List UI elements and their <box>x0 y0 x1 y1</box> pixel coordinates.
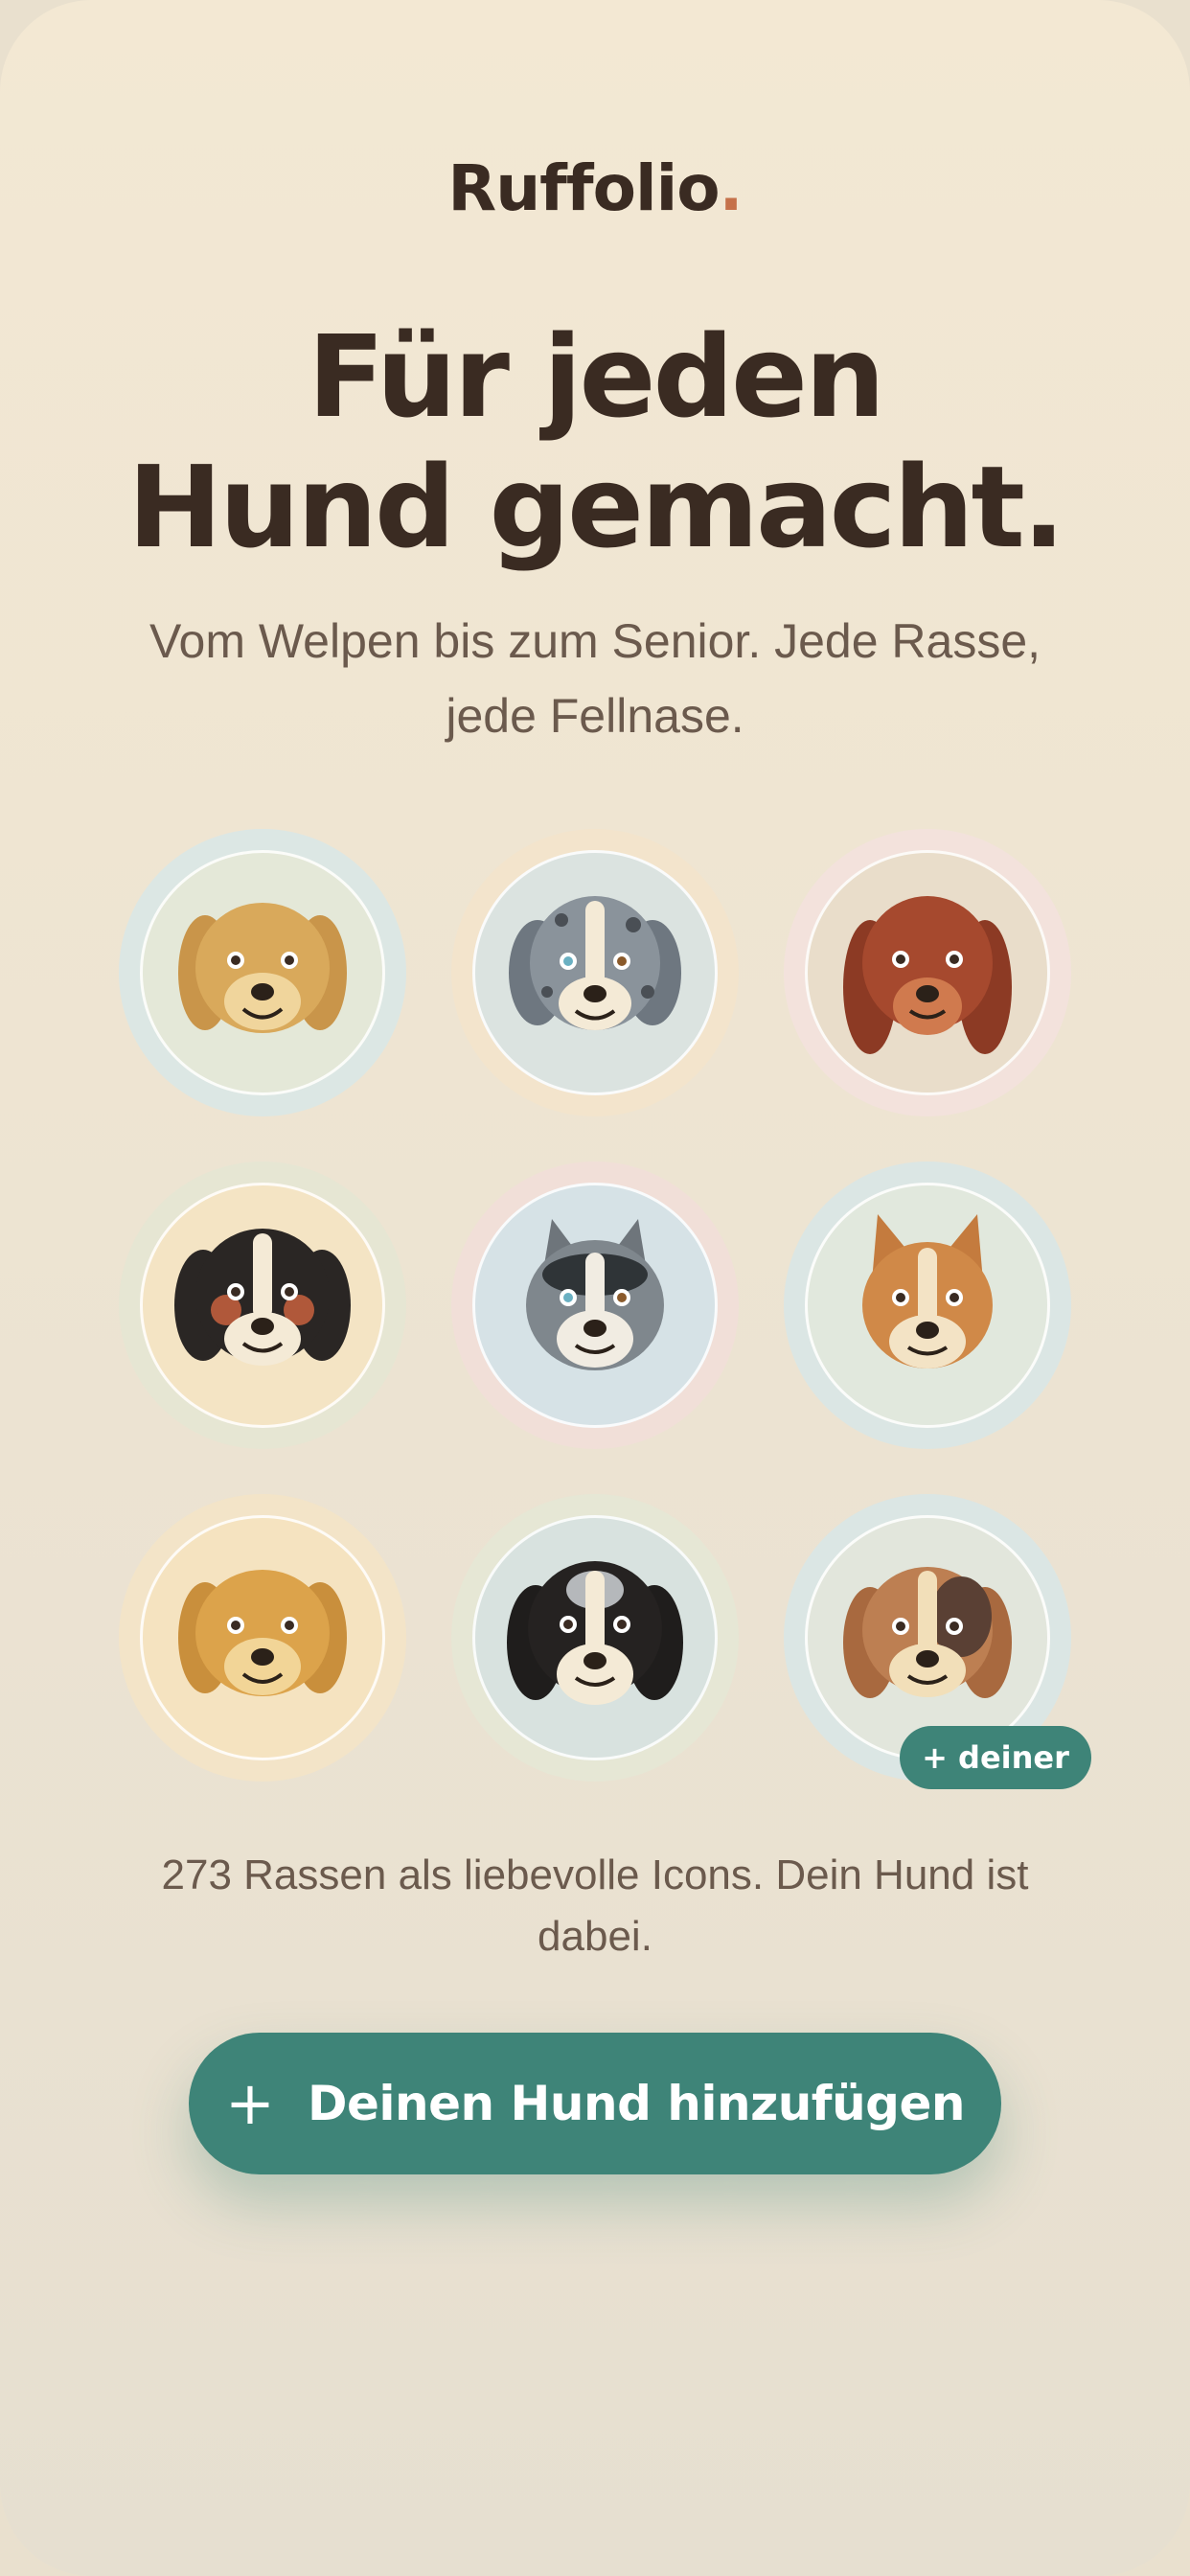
add-dog-button-label: Deinen Hund hinzufügen <box>307 2076 965 2131</box>
merle-dog-icon <box>509 896 681 1030</box>
page-title: Für jeden Hund gemacht. <box>0 311 1190 572</box>
dog-avatar-border-collie[interactable] <box>451 1494 739 1782</box>
brand-name: Ruffolio <box>447 151 720 225</box>
bernese-dog-icon <box>174 1229 351 1366</box>
dog-avatar-grid <box>0 829 1190 1787</box>
dog-avatar-corgi[interactable] <box>784 1162 1071 1449</box>
dog-avatar-golden[interactable] <box>119 829 406 1116</box>
app-screen: Ruffolio. Für jeden Hund gemacht. Vom We… <box>0 0 1190 2576</box>
dog-avatar-husky[interactable] <box>451 1162 739 1449</box>
corgi-dog-icon <box>862 1214 993 1368</box>
border-collie-dog-icon <box>507 1561 683 1705</box>
dog-avatar-bernese[interactable] <box>119 1162 406 1449</box>
headline-line-2: Hund gemacht. <box>127 441 1065 573</box>
headline-line-1: Für jeden <box>308 310 885 443</box>
retriever-dog-icon <box>178 1570 347 1696</box>
dog-avatar-setter[interactable] <box>784 829 1071 1116</box>
brand-dot: . <box>719 151 744 225</box>
plus-icon: + <box>225 2068 275 2138</box>
red-setter-dog-icon <box>843 896 1012 1054</box>
dog-avatar-merle[interactable] <box>451 829 739 1116</box>
dog-avatar-retriever[interactable] <box>119 1494 406 1782</box>
brand-logo: Ruffolio. <box>0 151 1190 225</box>
add-dog-button[interactable]: + Deinen Hund hinzufügen <box>189 2033 1001 2174</box>
golden-dog-icon <box>178 903 347 1033</box>
add-yours-badge[interactable]: + deiner <box>900 1726 1091 1789</box>
breeds-caption: 273 Rassen als liebevolle Icons. Dein Hu… <box>161 1852 1029 1960</box>
hero-subtitle: Vom Welpen bis zum Senior. Jede Rasse, j… <box>149 614 1041 743</box>
husky-dog-icon <box>526 1219 664 1370</box>
